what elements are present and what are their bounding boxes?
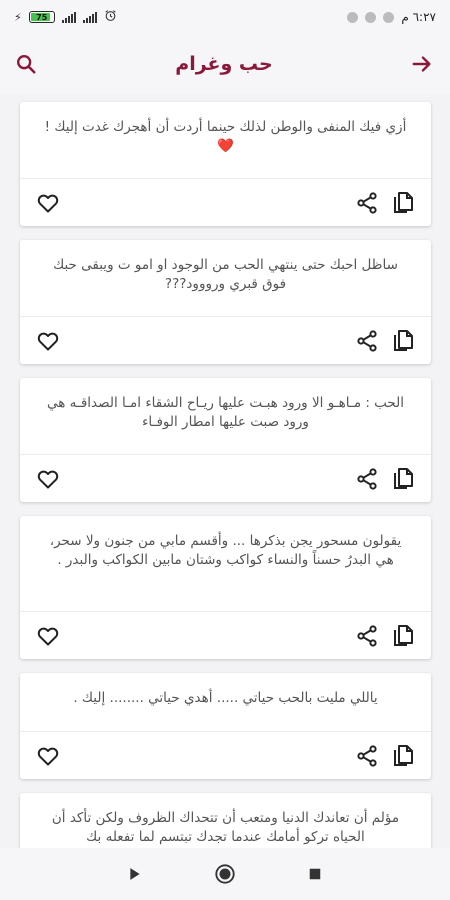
quote-card: ياللي مليت بالحب حياتي ..... أهدي حياتي … bbox=[20, 673, 431, 779]
bolt-icon: ⚡ bbox=[14, 10, 22, 24]
card-actions bbox=[20, 611, 431, 659]
quote-text: أزي فيك المنفى والوطن لذلك حينما أردت أن… bbox=[44, 119, 407, 154]
copy-icon[interactable] bbox=[389, 327, 417, 355]
notification-dot-icon bbox=[347, 11, 359, 23]
quotes-list[interactable]: أزي فيك المنفى والوطن لذلك حينما أردت أن… bbox=[0, 94, 450, 848]
share-icon[interactable] bbox=[353, 465, 381, 493]
search-icon[interactable] bbox=[12, 50, 40, 78]
quote-text: مؤلم أن تعاندك الدنيا ومتعب أن تتحداك ال… bbox=[51, 810, 400, 845]
card-actions bbox=[20, 178, 431, 226]
status-time: ٦:٢٧ م bbox=[401, 10, 436, 24]
heart-outline-icon[interactable] bbox=[34, 465, 62, 493]
share-icon[interactable] bbox=[353, 622, 381, 650]
system-nav-bar bbox=[0, 848, 450, 900]
alarm-icon bbox=[104, 9, 117, 25]
card-actions-right bbox=[353, 742, 417, 770]
notification-dot-icon bbox=[383, 11, 395, 23]
status-left: ⚡ 75 bbox=[14, 9, 117, 25]
arrow-icon[interactable] bbox=[408, 50, 436, 78]
quote-card: مؤلم أن تعاندك الدنيا ومتعب أن تتحداك ال… bbox=[20, 793, 431, 848]
app-bar: حب وغرام bbox=[0, 34, 450, 94]
battery-icon: 75 bbox=[28, 11, 55, 23]
quote-card: يقولون مسحور يجن بذكرها ... وأقسم مابي م… bbox=[20, 516, 431, 659]
status-bar: ⚡ 75 ٦:٢٧ م bbox=[0, 0, 450, 34]
notification-dot-icon bbox=[365, 11, 377, 23]
quote-card: أزي فيك المنفى والوطن لذلك حينما أردت أن… bbox=[20, 102, 431, 226]
heart-outline-icon[interactable] bbox=[34, 327, 62, 355]
card-actions-right bbox=[353, 622, 417, 650]
heart-outline-icon[interactable] bbox=[34, 622, 62, 650]
play-back-icon[interactable] bbox=[120, 859, 150, 889]
copy-icon[interactable] bbox=[389, 622, 417, 650]
copy-icon[interactable] bbox=[389, 189, 417, 217]
card-actions-right bbox=[353, 189, 417, 217]
signal-icon bbox=[61, 11, 76, 23]
card-actions-right bbox=[353, 327, 417, 355]
share-icon[interactable] bbox=[353, 189, 381, 217]
heart-outline-icon[interactable] bbox=[34, 189, 62, 217]
card-actions bbox=[20, 316, 431, 364]
card-actions bbox=[20, 454, 431, 502]
quote-text: ياللي مليت بالحب حياتي ..... أهدي حياتي … bbox=[73, 690, 378, 706]
quote-card: الحب : مـاهـو الا ورود هبـت عليها ريـاح … bbox=[20, 378, 431, 502]
status-right: ٦:٢٧ م bbox=[347, 10, 436, 24]
quote-text: ساظل احبك حتى ينتهي الحب من الوجود او ام… bbox=[53, 257, 398, 292]
home-circle-icon[interactable] bbox=[210, 859, 240, 889]
square-icon[interactable] bbox=[300, 859, 330, 889]
share-icon[interactable] bbox=[353, 742, 381, 770]
heart-outline-icon[interactable] bbox=[34, 742, 62, 770]
signal-icon-2 bbox=[82, 11, 97, 23]
quote-text: يقولون مسحور يجن بذكرها ... وأقسم مابي م… bbox=[49, 533, 402, 568]
quote-text: الحب : مـاهـو الا ورود هبـت عليها ريـاح … bbox=[46, 395, 405, 430]
copy-icon[interactable] bbox=[389, 742, 417, 770]
quote-card: ساظل احبك حتى ينتهي الحب من الوجود او ام… bbox=[20, 240, 431, 364]
heart-emoji: ❤️ bbox=[217, 138, 234, 154]
card-actions bbox=[20, 731, 431, 779]
share-icon[interactable] bbox=[353, 327, 381, 355]
copy-icon[interactable] bbox=[389, 465, 417, 493]
card-actions-right bbox=[353, 465, 417, 493]
battery-level: 75 bbox=[36, 12, 48, 22]
page-title: حب وغرام bbox=[175, 53, 273, 75]
